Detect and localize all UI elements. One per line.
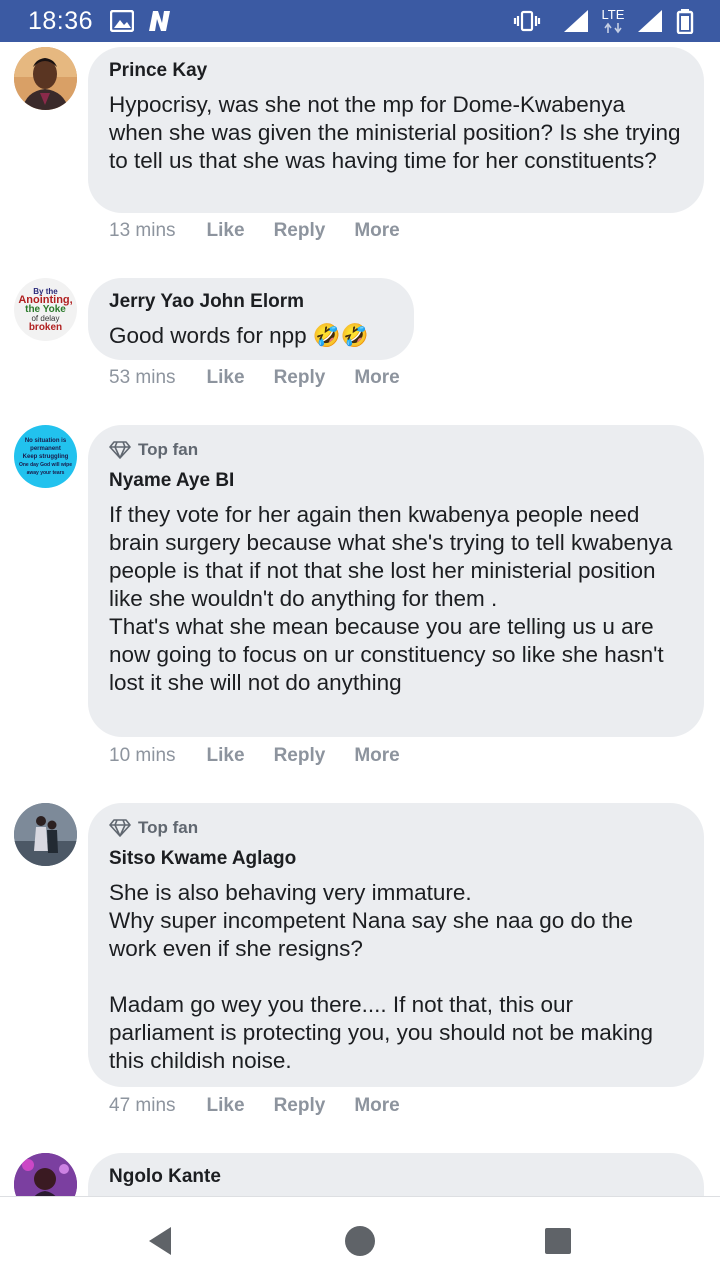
reply-button[interactable]: Reply: [274, 220, 326, 242]
comment-time[interactable]: 10 mins: [109, 745, 176, 767]
diamond-icon: [109, 441, 131, 459]
avatar[interactable]: [14, 47, 77, 110]
comment-actions: 53 mins Like Reply More: [109, 365, 429, 391]
comment-time[interactable]: 13 mins: [109, 220, 176, 242]
like-button[interactable]: Like: [207, 745, 245, 767]
comment-bubble[interactable]: Jerry Yao John Elorm Good words for npp …: [88, 278, 414, 360]
recents-icon[interactable]: [538, 1221, 578, 1261]
avatar[interactable]: No situation is permanent Keep strugglin…: [14, 425, 77, 488]
top-fan-badge: Top fan: [109, 437, 684, 463]
diamond-icon: [109, 819, 131, 837]
more-button[interactable]: More: [354, 220, 399, 242]
comment-author[interactable]: Sitso Kwame Aglago: [109, 847, 684, 871]
comment-time[interactable]: 53 mins: [109, 367, 176, 389]
comment-text: If they vote for her again then kwabenya…: [109, 502, 673, 695]
comment-bubble[interactable]: Prince Kay Hypocrisy, was she not the mp…: [88, 47, 704, 213]
comment-author[interactable]: Jerry Yao John Elorm: [109, 290, 394, 314]
more-button[interactable]: More: [354, 745, 399, 767]
top-fan-label: Top fan: [138, 818, 199, 837]
lte-label: LTE: [601, 7, 625, 22]
comment-actions: 13 mins Like Reply More: [109, 218, 429, 244]
avatar-caption: No situation is: [24, 437, 67, 444]
avatar-caption: away your tears: [26, 469, 65, 476]
comment-text: Good words for npp 🤣🤣: [109, 323, 369, 348]
comment-text: Hypocrisy, was she not the mp for Dome-K…: [109, 92, 687, 173]
vibrate-icon: [513, 9, 541, 33]
reply-button[interactable]: Reply: [274, 745, 326, 767]
avatar-caption: One day God will wipe: [18, 461, 73, 468]
comment-actions: 47 mins Like Reply More: [109, 1093, 429, 1119]
comment-actions: 10 mins Like Reply More: [109, 743, 429, 769]
avatar[interactable]: [14, 1153, 77, 1196]
like-button[interactable]: Like: [207, 220, 245, 242]
lte-signal-icon: [636, 8, 664, 34]
like-button[interactable]: Like: [207, 367, 245, 389]
app-n-icon: [146, 9, 174, 33]
image-icon: [110, 10, 134, 32]
avatar[interactable]: [14, 803, 77, 866]
battery-icon: [676, 8, 694, 34]
comment-author[interactable]: Nyame Aye BI: [109, 469, 684, 493]
comment-author[interactable]: Ngolo Kante: [109, 1165, 684, 1189]
reply-button[interactable]: Reply: [274, 367, 326, 389]
navigation-bar: [0, 1196, 720, 1280]
more-button[interactable]: More: [354, 367, 399, 389]
comment-author[interactable]: Prince Kay: [109, 59, 684, 83]
comment-time[interactable]: 47 mins: [109, 1095, 176, 1117]
avatar-caption: broken: [28, 322, 63, 333]
status-time: 18:36: [28, 7, 94, 35]
like-button[interactable]: Like: [207, 1095, 245, 1117]
back-icon[interactable]: [140, 1221, 180, 1261]
status-bar: 18:36 LTE: [0, 0, 720, 42]
top-fan-badge: Top fan: [109, 815, 684, 841]
more-button[interactable]: More: [354, 1095, 399, 1117]
comment-text: She is also behaving very immature. Why …: [109, 880, 654, 1073]
comment-bubble[interactable]: Top fan Nyame Aye BI If they vote for he…: [88, 425, 704, 737]
home-icon[interactable]: [340, 1221, 380, 1261]
comments-list: Prince Kay Hypocrisy, was she not the mp…: [0, 42, 720, 1196]
avatar-caption: permanent: [30, 445, 61, 452]
reply-button[interactable]: Reply: [274, 1095, 326, 1117]
comment-bubble[interactable]: Ngolo Kante: [88, 1153, 704, 1196]
lte-indicator: LTE: [598, 5, 628, 37]
top-fan-label: Top fan: [138, 440, 199, 459]
avatar-caption: Keep struggling: [22, 453, 69, 460]
signal-icon: [562, 8, 590, 34]
comment-bubble[interactable]: Top fan Sitso Kwame Aglago She is also b…: [88, 803, 704, 1087]
avatar[interactable]: By the Anointing, the Yoke of delay brok…: [14, 278, 77, 341]
avatar-caption: the Yoke: [25, 304, 66, 315]
